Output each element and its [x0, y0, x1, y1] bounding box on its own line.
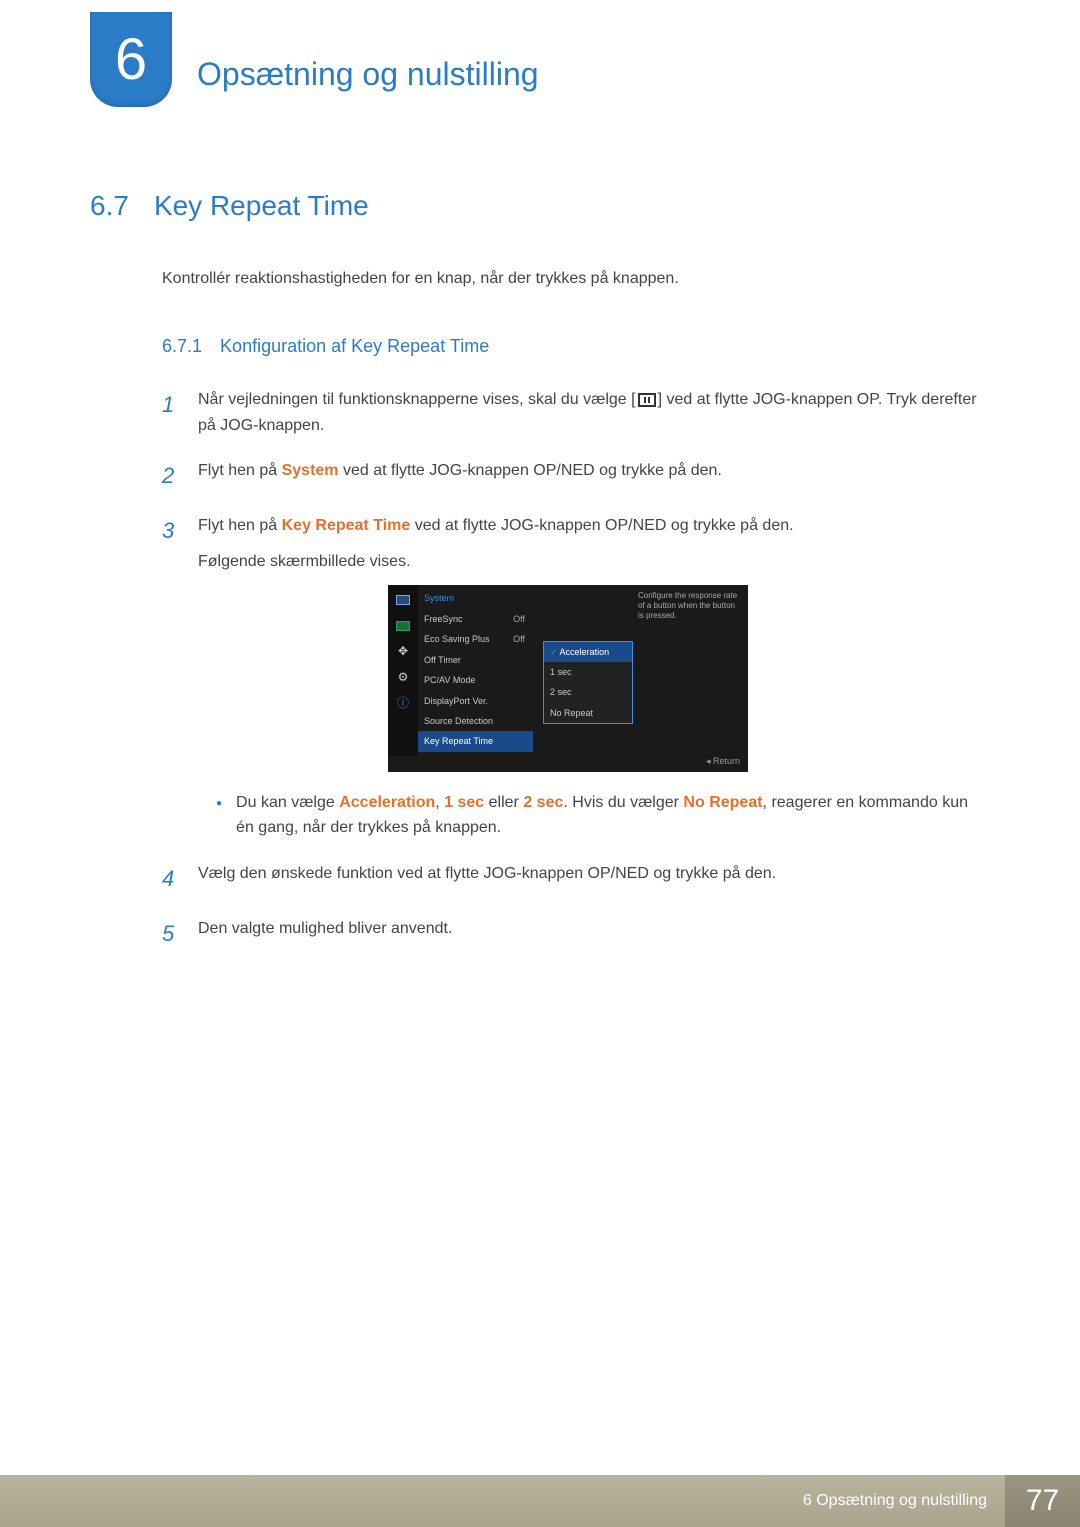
osd-menu-heading: System [418, 589, 533, 609]
subsection-heading: 6.7.1 Konfiguration af Key Repeat Time [162, 336, 990, 357]
subsection-title: Konfiguration af Key Repeat Time [220, 336, 489, 357]
section-heading: 6.7 Key Repeat Time [90, 190, 990, 222]
highlight: System [282, 462, 339, 479]
osd-screenshot: ✥ ⚙ ⓘ System FreeSyncOff Eco Saving Plus… [388, 585, 748, 772]
osd-item: Source Detection [418, 711, 533, 731]
menu-icon [638, 393, 656, 407]
info-icon: ⓘ [394, 695, 412, 713]
bullet-icon: ● [216, 790, 222, 841]
chapter-number-badge: 6 [90, 12, 172, 107]
osd-item-selected: Key Repeat Time [418, 731, 533, 751]
step-number: 4 [162, 861, 180, 896]
step-2: 2 Flyt hen på System ved at flytte JOG-k… [162, 458, 990, 493]
footer-page-number: 77 [1005, 1475, 1080, 1527]
step-text: Når vejledningen til funktionsknapperne … [198, 387, 990, 438]
osd-menu-list: System FreeSyncOff Eco Saving PlusOff Of… [418, 585, 533, 756]
osd-popup-item: No Repeat [544, 703, 632, 723]
step-number: 3 [162, 513, 180, 841]
monitor-icon [394, 591, 412, 609]
osd-item: Off Timer [418, 650, 533, 670]
move-icon: ✥ [394, 643, 412, 661]
step-number: 2 [162, 458, 180, 493]
text: Når vejledningen til funktionsknapperne … [198, 391, 636, 408]
section-intro: Kontrollér reaktionshastigheden for en k… [162, 267, 990, 291]
gear-icon: ⚙ [394, 669, 412, 687]
osd-return-label: Return [706, 754, 740, 768]
highlight: Key Repeat Time [282, 517, 411, 534]
section-title: Key Repeat Time [154, 190, 369, 222]
step-number: 5 [162, 916, 180, 951]
page-content: 6.7 Key Repeat Time Kontrollér reaktions… [90, 190, 990, 971]
osd-item: FreeSyncOff [418, 609, 533, 629]
chapter-title: Opsætning og nulstilling [197, 26, 539, 93]
osd-popup-item-selected: Acceleration [544, 642, 632, 662]
step-text: Den valgte mulighed bliver anvendt. [198, 916, 990, 951]
text: ved at flytte JOG-knappen OP/NED og tryk… [339, 462, 722, 479]
text: Følgende skærmbillede vises. [198, 549, 990, 575]
step-5: 5 Den valgte mulighed bliver anvendt. [162, 916, 990, 951]
osd-popup: Acceleration 1 sec 2 sec No Repeat [543, 641, 633, 725]
subsection-number: 6.7.1 [162, 336, 202, 357]
step-number: 1 [162, 387, 180, 438]
osd-item: PC/AV Mode [418, 670, 533, 690]
eco-icon [394, 617, 412, 635]
step-text: Flyt hen på System ved at flytte JOG-kna… [198, 458, 990, 493]
step-3: 3 Flyt hen på Key Repeat Time ved at fly… [162, 513, 990, 841]
section-number: 6.7 [90, 190, 129, 222]
step-text: Vælg den ønskede funktion ved at flytte … [198, 861, 990, 896]
text: ved at flytte JOG-knappen OP/NED og tryk… [410, 517, 793, 534]
osd-sidebar-icons: ✥ ⚙ ⓘ [388, 585, 418, 756]
bullet-note: ● Du kan vælge Acceleration, 1 sec eller… [216, 790, 990, 841]
osd-item: DisplayPort Ver. [418, 691, 533, 711]
text: Flyt hen på [198, 517, 282, 534]
osd-description: Configure the response rate of a button … [638, 591, 742, 622]
step-1: 1 Når vejledningen til funktionsknappern… [162, 387, 990, 438]
chapter-header: 6 Opsætning og nulstilling [90, 12, 539, 107]
bullet-text: Du kan vælge Acceleration, 1 sec eller 2… [236, 790, 990, 841]
osd-popup-item: 2 sec [544, 682, 632, 702]
step-text: Flyt hen på Key Repeat Time ved at flytt… [198, 513, 990, 841]
osd-popup-item: 1 sec [544, 662, 632, 682]
page-footer: 6 Opsætning og nulstilling 77 [0, 1475, 1080, 1527]
text: Flyt hen på [198, 462, 282, 479]
step-4: 4 Vælg den ønskede funktion ved at flytt… [162, 861, 990, 896]
osd-item: Eco Saving PlusOff [418, 629, 533, 649]
steps-list: 1 Når vejledningen til funktionsknappern… [162, 387, 990, 951]
footer-chapter-label: 6 Opsætning og nulstilling [0, 1475, 1005, 1527]
